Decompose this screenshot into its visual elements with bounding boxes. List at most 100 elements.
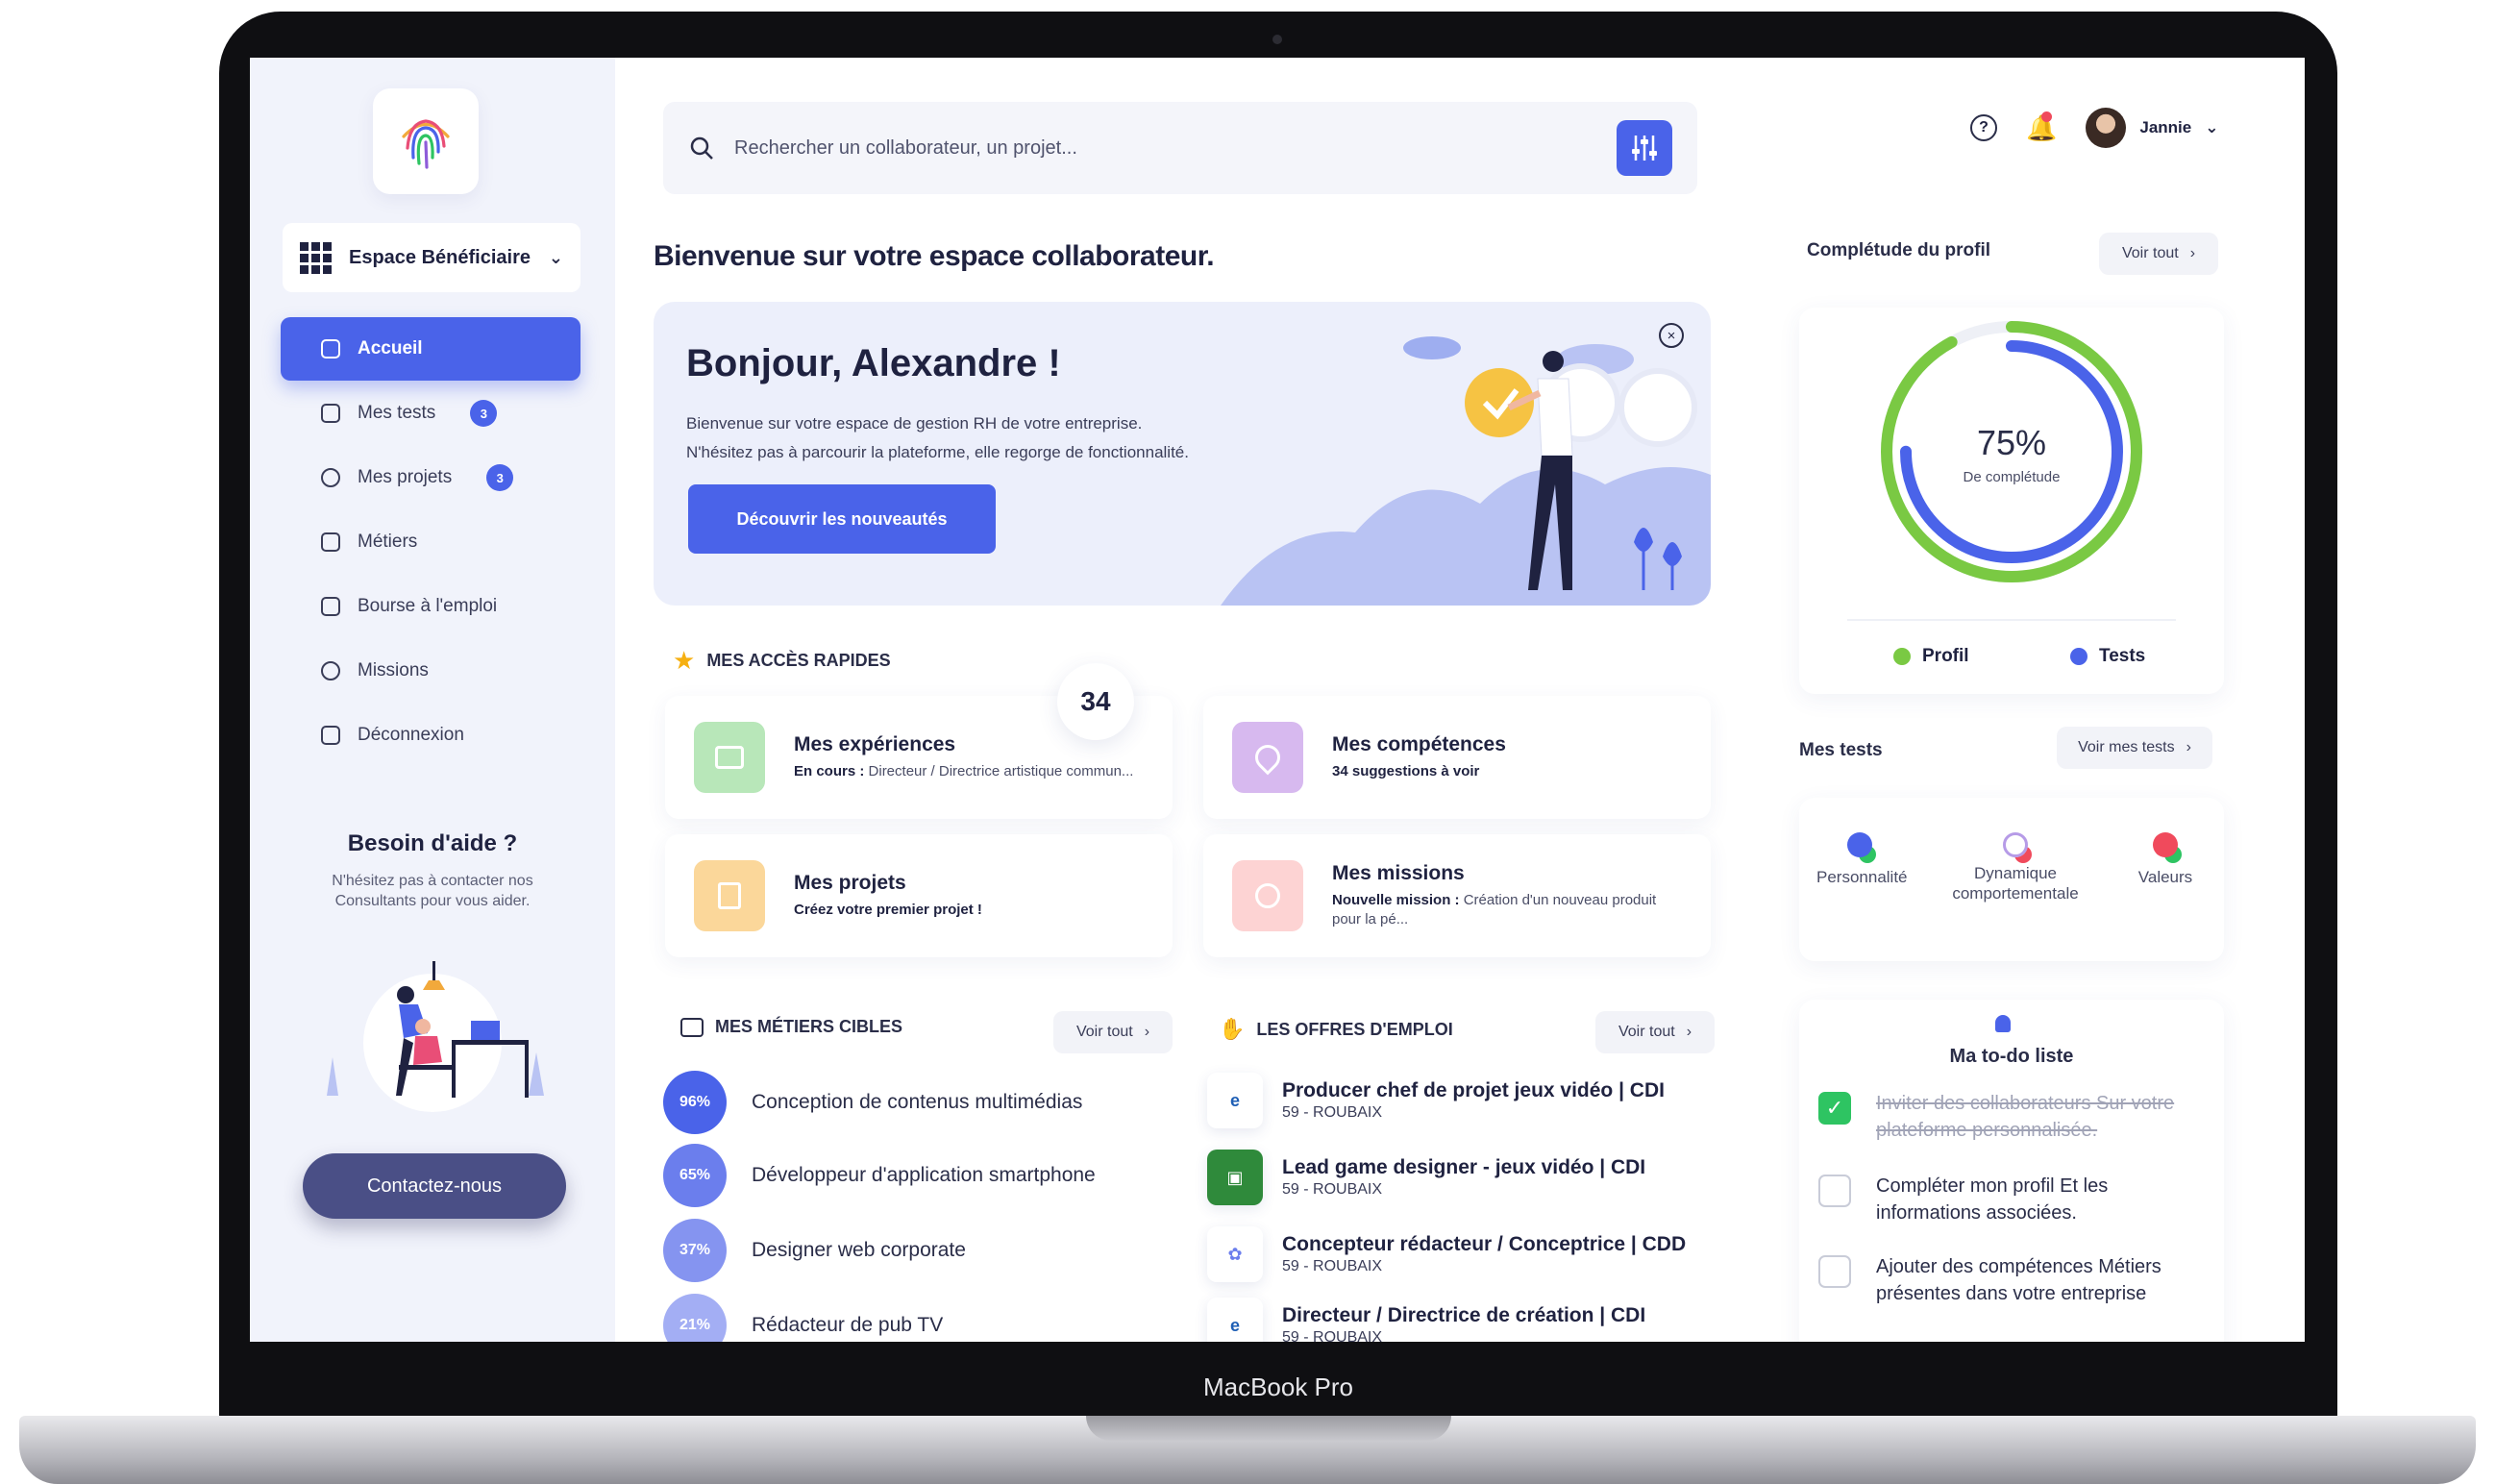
button-label: Voir tout — [1075, 1024, 1133, 1040]
test-valeurs[interactable]: Valeurs — [2122, 832, 2209, 887]
list-item[interactable]: 65% Développeur d'application smartphone — [663, 1144, 1096, 1207]
chevron-right-icon: › — [1686, 1024, 1692, 1040]
todo-item[interactable]: ✓ Inviter des collaborateurs Sur votre pl… — [1818, 1090, 2184, 1144]
app-screen: Espace Bénéficiaire ⌄ Accueil Mes tests … — [250, 58, 2305, 1342]
sidebar-item-label: Mes tests — [358, 403, 436, 423]
list-item[interactable]: 21% Rédacteur de pub TV — [663, 1294, 943, 1342]
filter-button[interactable] — [1617, 120, 1672, 176]
todo-item[interactable]: Ajouter des compétences Métiers présente… — [1818, 1253, 2184, 1326]
home-icon — [321, 339, 340, 359]
test-personnalite[interactable]: Personnalité — [1816, 832, 1908, 887]
legend-profil: Profil — [1893, 646, 1969, 667]
space-selector[interactable]: Espace Bénéficiaire ⌄ — [283, 223, 581, 292]
hand-icon: ✋ — [1219, 1017, 1246, 1041]
section-label: Mes accès rapides — [706, 651, 891, 670]
offres-voir-tout-button[interactable]: Voir tout › — [1595, 1011, 1715, 1053]
quick-card-projets[interactable]: Mes projets Créez votre premier projet ! — [665, 834, 1173, 957]
search-input[interactable]: Rechercher un collaborateur, un projet..… — [734, 137, 1077, 160]
sidebar-item-accueil[interactable]: Accueil — [281, 317, 581, 381]
profile-voir-tout-button[interactable]: Voir tout › — [2099, 233, 2218, 275]
table-row[interactable]: ▣ Lead game designer - jeux vidéo | CDI 59… — [1207, 1150, 1645, 1205]
sidebar-item-deconnexion[interactable]: Déconnexion — [281, 704, 581, 767]
device-label: MacBook Pro — [1202, 1373, 1354, 1401]
contact-button[interactable]: Contactez-nous — [303, 1153, 566, 1219]
tests-title: Mes tests — [1799, 740, 1883, 760]
metiers-voir-tout-button[interactable]: Voir tout › — [1053, 1011, 1173, 1053]
match-percent: 65% — [663, 1144, 727, 1207]
section-label: Mes métiers cibles — [715, 1017, 903, 1036]
flame-icon — [1232, 722, 1303, 793]
sidebar-item-label: Bourse à l'emploi — [358, 596, 498, 616]
todo-item[interactable]: Compléter mon profil Et les informations… — [1818, 1173, 2184, 1226]
heart-icon — [2153, 832, 2178, 857]
metier-label: Rédacteur de pub TV — [752, 1314, 944, 1336]
chevron-right-icon: › — [2189, 245, 2196, 261]
test-dynamique[interactable]: Dynamique comportementale — [1943, 832, 2087, 903]
job-location: 59 - ROUBAIX — [1282, 1258, 1383, 1274]
tests-voir-button[interactable]: Voir mes tests › — [2057, 727, 2212, 769]
table-row[interactable]: ✿ Concepteur rédacteur / Conceptrice | CD… — [1207, 1226, 1686, 1282]
user-menu[interactable]: Jannie ⌄ — [2086, 108, 2218, 148]
profile-card: 75% De complétude Profil Tests — [1799, 308, 2224, 694]
todo-label: Inviter des collaborateurs Sur votre pla… — [1876, 1093, 2175, 1141]
help-icon[interactable]: ? — [1970, 114, 1997, 141]
sidebar-item-mes-tests[interactable]: Mes tests 3 — [281, 382, 581, 445]
sidebar-item-bourse-emploi[interactable]: Bourse à l'emploi — [281, 575, 581, 638]
count-badge: 3 — [470, 400, 498, 427]
list-item[interactable]: 96% Conception de contenus multimédias — [663, 1071, 1082, 1134]
metiers-title: Mes métiers cibles — [680, 1017, 902, 1037]
table-row[interactable]: e Producer chef de projet jeux vidéo | CD… — [1207, 1073, 1665, 1128]
target-icon — [321, 661, 340, 680]
match-percent: 37% — [663, 1219, 727, 1282]
sidebar-item-label: Déconnexion — [358, 725, 464, 745]
profile-title: Complétude du profil — [1807, 240, 1991, 260]
company-logo-icon: e — [1207, 1298, 1263, 1342]
legend-label: Tests — [2099, 646, 2146, 666]
help-title: Besoin d'aide ? — [347, 830, 518, 856]
completion-percent: 75% — [1976, 423, 2047, 462]
bell-icon — [1995, 1015, 2011, 1032]
table-row[interactable]: e Directeur / Directrice de création | CD… — [1207, 1298, 1645, 1342]
search-icon — [690, 136, 713, 160]
quick-card-missions[interactable]: Mes missions Nouvelle mission : Création … — [1203, 834, 1711, 957]
company-logo-icon: ✿ — [1207, 1226, 1263, 1282]
button-label: Voir tout — [1618, 1024, 1675, 1040]
list-item[interactable]: 37% Designer web corporate — [663, 1219, 966, 1282]
legend-dot — [2070, 648, 2087, 665]
metier-label: Conception de contenus multimédias — [752, 1091, 1083, 1113]
test-label: Dynamique comportementale — [1952, 864, 2079, 903]
card-sub-strong: En cours : — [794, 763, 865, 779]
checkbox[interactable] — [1818, 1255, 1851, 1288]
close-icon[interactable]: × — [1659, 323, 1684, 348]
target-icon — [1232, 860, 1303, 931]
check-icon: ✓ — [1825, 1096, 1844, 1120]
quick-access-title: ★ Mes accès rapides — [673, 646, 891, 676]
search-bar[interactable]: Rechercher un collaborateur, un projet..… — [663, 102, 1697, 194]
tests-card: Personnalité Dynamique comportementale V… — [1799, 798, 2224, 961]
sidebar-item-mes-projets[interactable]: Mes projets 3 — [281, 446, 581, 509]
app-logo[interactable] — [373, 88, 479, 194]
sidebar-nav: Accueil Mes tests 3 Mes projets 3 Métier… — [281, 317, 581, 768]
sidebar-item-missions[interactable]: Missions — [281, 639, 581, 703]
card-sub-strong: 34 suggestions à voir — [1332, 763, 1480, 779]
project-icon — [321, 468, 340, 487]
bell-icon[interactable]: 🔔 — [2026, 111, 2057, 143]
checkbox[interactable] — [1818, 1175, 1851, 1207]
count-bubble: 34 — [1057, 663, 1134, 740]
chevron-down-icon: ⌄ — [2205, 118, 2219, 136]
todo-label: Compléter mon profil Et les informations… — [1876, 1175, 2109, 1224]
metier-label: Designer web corporate — [752, 1239, 966, 1261]
sidebar-item-metiers[interactable]: Métiers — [281, 510, 581, 574]
checkbox-checked[interactable]: ✓ — [1818, 1092, 1851, 1125]
document-icon — [694, 860, 765, 931]
match-percent: 21% — [663, 1294, 727, 1342]
card-title: Mes compétences — [1332, 733, 1506, 755]
test-label: Personnalité — [1816, 868, 1908, 886]
job-title: Directeur / Directrice de création | CDI — [1282, 1304, 1646, 1326]
card-title: Mes missions — [1332, 862, 1465, 884]
discover-button[interactable]: Découvrir les nouveautés — [688, 484, 996, 554]
quick-card-competences[interactable]: Mes compétences 34 suggestions à voir — [1203, 696, 1711, 819]
avatar — [2086, 108, 2127, 148]
job-location: 59 - ROUBAIX — [1282, 1329, 1383, 1342]
sidebar-item-label: Missions — [358, 660, 429, 680]
